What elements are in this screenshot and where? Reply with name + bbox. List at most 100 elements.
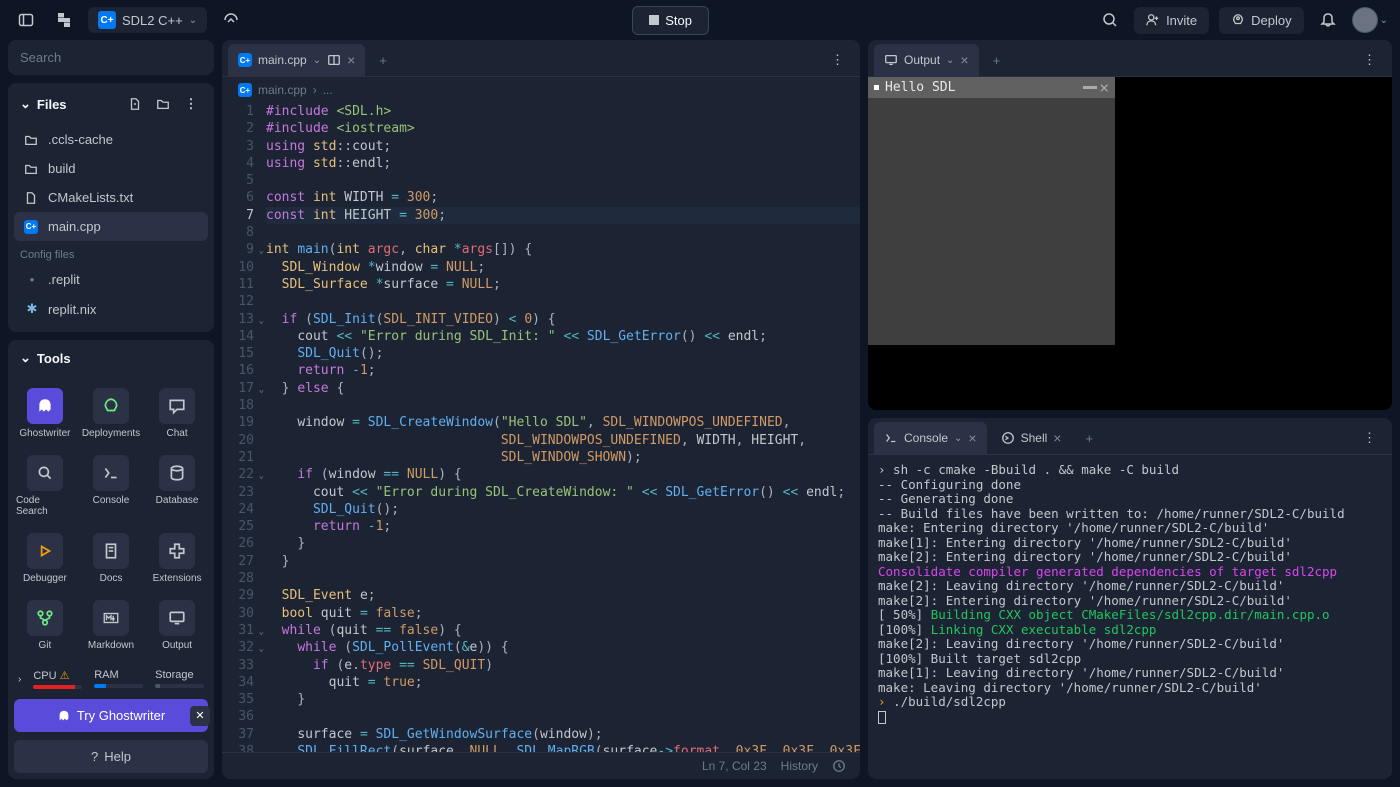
file-list: .ccls-cache build CMakeLists.txtC+main.cpp xyxy=(8,125,214,241)
cpp-icon: C+ xyxy=(238,83,252,97)
help-button[interactable]: ? Help xyxy=(14,740,208,773)
code-editor[interactable]: 123456789⌄10111213⌄14151617⌄1819202122⌄2… xyxy=(222,103,860,752)
db-icon xyxy=(159,455,195,491)
user-menu[interactable]: ⌄ xyxy=(1352,7,1388,33)
sdl-titlebar[interactable]: Hello SDL × xyxy=(868,77,1115,98)
tool-git[interactable]: Git xyxy=(14,594,76,657)
editor-panel: C+ main.cpp ⌄ × + ⋮ C+ main.cpp › ... 12… xyxy=(222,40,860,779)
search-icon[interactable] xyxy=(1096,6,1124,34)
tool-docs[interactable]: Docs xyxy=(80,527,142,590)
stop-button[interactable]: Stop xyxy=(632,6,709,35)
md-icon xyxy=(93,600,129,636)
tool-database[interactable]: Database xyxy=(146,449,208,523)
sidebar-toggle-icon[interactable] xyxy=(12,6,40,34)
new-folder-icon[interactable] xyxy=(152,93,174,115)
file-item[interactable]: ✱replit.nix xyxy=(14,294,208,324)
cpp-icon: C+ xyxy=(98,11,116,29)
invite-button[interactable]: Invite xyxy=(1134,7,1209,34)
tool-ghostwriter[interactable]: Ghostwriter xyxy=(14,382,76,445)
sdl-title: Hello SDL xyxy=(885,80,955,95)
git-icon xyxy=(27,600,63,636)
tools-header[interactable]: ⌄ Tools xyxy=(8,340,214,376)
minimize-icon[interactable] xyxy=(1083,86,1097,89)
cursor-position[interactable]: Ln 7, Col 23 xyxy=(702,759,767,773)
status-icon[interactable] xyxy=(217,6,245,34)
tool-deployments[interactable]: Deployments xyxy=(80,382,142,445)
console-output[interactable]: › sh -c cmake -Bbuild . && make -C build… xyxy=(868,455,1392,779)
avatar xyxy=(1352,7,1378,33)
chevron-down-icon: ⌄ xyxy=(20,350,31,366)
tool-code-search[interactable]: Code Search xyxy=(14,449,76,523)
cpu-stat: CPU ⚠ xyxy=(33,669,82,689)
monitor-icon xyxy=(884,53,898,67)
file-icon xyxy=(24,133,40,147)
file-icon xyxy=(24,191,40,205)
chevron-down-icon[interactable]: ⌄ xyxy=(954,433,962,444)
new-file-icon[interactable] xyxy=(124,93,146,115)
tool-extensions[interactable]: Extensions xyxy=(146,527,208,590)
history-icon[interactable] xyxy=(832,759,846,773)
replit-logo-icon[interactable] xyxy=(50,6,78,34)
tab-console[interactable]: Console ⌄ × xyxy=(874,422,987,454)
close-icon[interactable]: ✕ xyxy=(190,706,210,726)
project-selector[interactable]: C+ SDL2 C++ ⌄ xyxy=(88,7,207,33)
tab-output[interactable]: Output ⌄ × xyxy=(874,44,979,76)
tool-output[interactable]: Output xyxy=(146,594,208,657)
close-icon[interactable]: × xyxy=(1099,78,1109,97)
tab-main-cpp[interactable]: C+ main.cpp ⌄ × xyxy=(228,44,365,76)
ghost-icon xyxy=(27,388,63,424)
console-icon xyxy=(93,455,129,491)
chevron-down-icon: ⌄ xyxy=(1380,15,1388,26)
tool-chat[interactable]: Chat xyxy=(146,382,208,445)
help-icon: ? xyxy=(91,749,98,764)
notification-icon[interactable] xyxy=(1314,6,1342,34)
close-icon[interactable]: × xyxy=(1053,430,1061,446)
tool-console[interactable]: Console xyxy=(80,449,142,523)
file-name: .replit xyxy=(48,272,80,287)
output-view[interactable]: Hello SDL × xyxy=(868,77,1392,410)
add-tab-button[interactable]: + xyxy=(983,47,1011,74)
stop-icon xyxy=(649,15,659,25)
search-input[interactable]: Search xyxy=(8,40,214,75)
file-item[interactable]: .ccls-cache xyxy=(14,125,208,154)
editor-status-bar: Ln 7, Col 23 History xyxy=(222,752,860,779)
add-tab-button[interactable]: + xyxy=(369,47,397,74)
tool-debugger[interactable]: Debugger xyxy=(14,527,76,590)
close-icon[interactable]: × xyxy=(968,430,976,446)
file-item[interactable]: build xyxy=(14,154,208,183)
close-icon[interactable]: × xyxy=(960,52,968,68)
output-tab-bar: Output ⌄ × + ⋮ xyxy=(868,40,1392,77)
console-tab-bar: Console ⌄ × Shell × + ⋮ xyxy=(868,418,1392,455)
config-file-list: • .replit ✱replit.nix xyxy=(8,265,214,324)
project-name: SDL2 C++ xyxy=(122,13,183,28)
more-icon[interactable]: ⋮ xyxy=(1353,424,1386,452)
file-item[interactable]: • .replit xyxy=(14,265,208,294)
file-item[interactable]: CMakeLists.txt xyxy=(14,183,208,212)
config-files-label: Config files xyxy=(8,241,214,265)
debug-icon xyxy=(27,533,63,569)
deploy-button[interactable]: Deploy xyxy=(1219,7,1303,34)
file-item[interactable]: C+main.cpp xyxy=(14,212,208,241)
tab-shell[interactable]: Shell × xyxy=(991,422,1072,454)
close-icon[interactable]: × xyxy=(347,52,355,68)
storage-stat: Storage xyxy=(155,669,204,689)
add-tab-button[interactable]: + xyxy=(1075,425,1103,452)
chevron-down-icon[interactable]: ⌄ xyxy=(946,55,954,66)
more-icon[interactable]: ⋮ xyxy=(180,93,202,115)
files-header[interactable]: ⌄ Files ⋮ xyxy=(8,83,214,125)
tool-markdown[interactable]: Markdown xyxy=(80,594,142,657)
file-name: .ccls-cache xyxy=(48,132,113,147)
more-icon[interactable]: ⋮ xyxy=(821,46,854,74)
chevron-down-icon[interactable]: ⌄ xyxy=(313,55,321,66)
try-ghostwriter-button[interactable]: Try Ghostwriter ✕ xyxy=(14,699,208,732)
ext-icon xyxy=(159,533,195,569)
stats-row[interactable]: › CPU ⚠ RAM Storage xyxy=(8,663,214,695)
file-name: build xyxy=(48,161,75,176)
file-icon: • xyxy=(24,272,40,287)
console-panel: Console ⌄ × Shell × + ⋮ › sh -c cmake -B… xyxy=(868,418,1392,779)
breadcrumb[interactable]: C+ main.cpp › ... xyxy=(222,77,860,103)
history-button[interactable]: History xyxy=(781,759,818,773)
split-icon[interactable] xyxy=(327,53,341,67)
sidebar: Search ⌄ Files ⋮ .ccls-cache build CMakeLi… xyxy=(8,40,214,779)
more-icon[interactable]: ⋮ xyxy=(1353,46,1386,74)
